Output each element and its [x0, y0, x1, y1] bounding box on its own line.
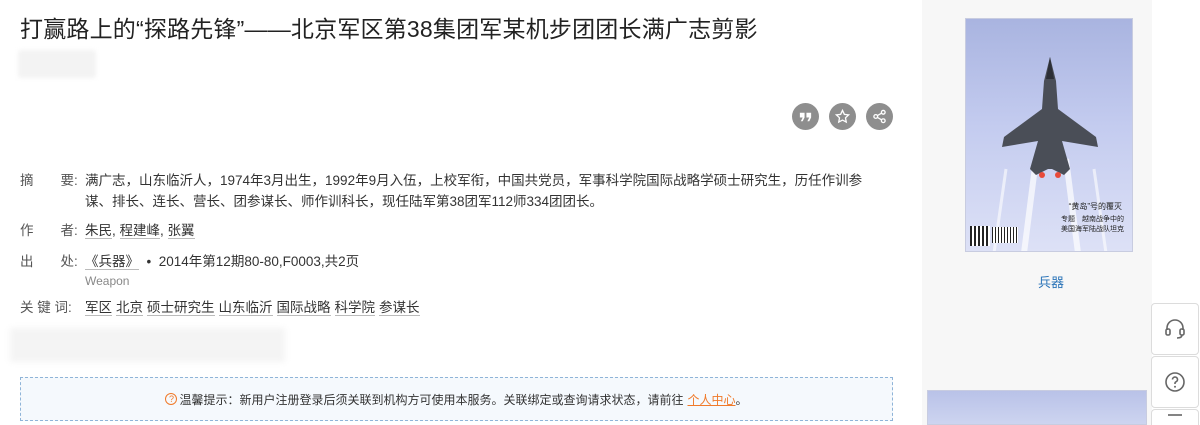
source-value: 《兵器》 • 2014年第12期80-80,F0003,共2页: [85, 251, 359, 272]
customer-service-button[interactable]: [1151, 303, 1199, 355]
page-title: 打赢路上的“探路先锋”——北京军区第38集团军某机步团团长满广志剪影: [20, 16, 758, 42]
author-link[interactable]: 朱民: [85, 223, 112, 239]
notice-end: 。: [735, 392, 748, 407]
author-link[interactable]: 程建峰: [119, 223, 161, 239]
article-actions: [792, 103, 893, 130]
cite-button[interactable]: [792, 103, 819, 130]
source-label: 出 处:: [20, 254, 78, 269]
cover-subcaption: 专题 越南战争中的 美国海军陆战队坦克: [1061, 216, 1124, 233]
separator-dot: •: [146, 254, 152, 269]
keyword-link[interactable]: 参谋长: [379, 300, 420, 316]
keyword-link[interactable]: 硕士研究生: [147, 300, 215, 316]
author-link[interactable]: 张翼: [167, 223, 195, 239]
notice-text: 温馨提示：新用户注册登录后须关联到机构方可使用本服务。关联绑定或查询请求状态，请…: [179, 392, 684, 407]
keywords-list: 军区 北京 硕士研究生 山东临沂 国际战略 科学院 参谋长: [85, 297, 424, 318]
help-button[interactable]: [1151, 356, 1199, 408]
keyword-link[interactable]: 山东临沂: [218, 300, 273, 316]
journal-sidebar: “黄岛”号的覆灭 专题 越南战争中的 美国海军陆战队坦克: [922, 0, 1152, 425]
redacted-region: [18, 50, 96, 78]
headset-icon: [1165, 319, 1185, 339]
related-journal-cover[interactable]: [927, 390, 1147, 425]
keyword-link[interactable]: 军区: [85, 300, 112, 316]
keyword-link[interactable]: 国际战略: [276, 300, 331, 316]
journal-english-name: Weapon: [85, 274, 130, 288]
journal-name-link[interactable]: 兵器: [1038, 272, 1064, 291]
personal-center-link[interactable]: 个人中心: [687, 391, 735, 408]
question-icon: [1165, 372, 1185, 392]
share-icon: [873, 109, 886, 124]
redacted-region: [10, 328, 285, 362]
keyword-link[interactable]: 科学院: [334, 300, 375, 316]
qr-code: [970, 226, 990, 246]
keywords-label: 关 键 词:: [20, 300, 72, 315]
abstract-text: 满广志，山东临沂人，1974年3月出生，1992年9月入伍，上校军衔，中国共党员…: [85, 173, 863, 209]
share-button[interactable]: [866, 103, 893, 130]
authors-list: 朱民, 程建峰, 张翼: [85, 223, 195, 239]
menu-button[interactable]: [1151, 409, 1199, 425]
warning-icon: ?: [165, 393, 178, 405]
journal-cover[interactable]: “黄岛”号的覆灭 专题 越南战争中的 美国海军陆战队坦克: [965, 18, 1133, 252]
barcode: [992, 227, 1018, 243]
menu-icon: [1168, 414, 1182, 416]
notice-banner: ? 温馨提示：新用户注册登录后须关联到机构方可使用本服务。关联绑定或查询请求状态…: [20, 377, 893, 421]
keyword-link[interactable]: 北京: [116, 300, 143, 316]
cite-icon: [799, 112, 812, 122]
journal-link[interactable]: 《兵器》: [85, 254, 139, 270]
abstract-label: 摘 要:: [20, 173, 78, 188]
issue-info: 2014年第12期80-80,F0003,共2页: [158, 254, 360, 269]
favorite-button[interactable]: [829, 103, 856, 130]
authors-label: 作 者:: [20, 223, 78, 238]
cover-caption: “黄岛”号的覆灭: [1068, 202, 1122, 211]
favorite-icon: [835, 109, 850, 124]
